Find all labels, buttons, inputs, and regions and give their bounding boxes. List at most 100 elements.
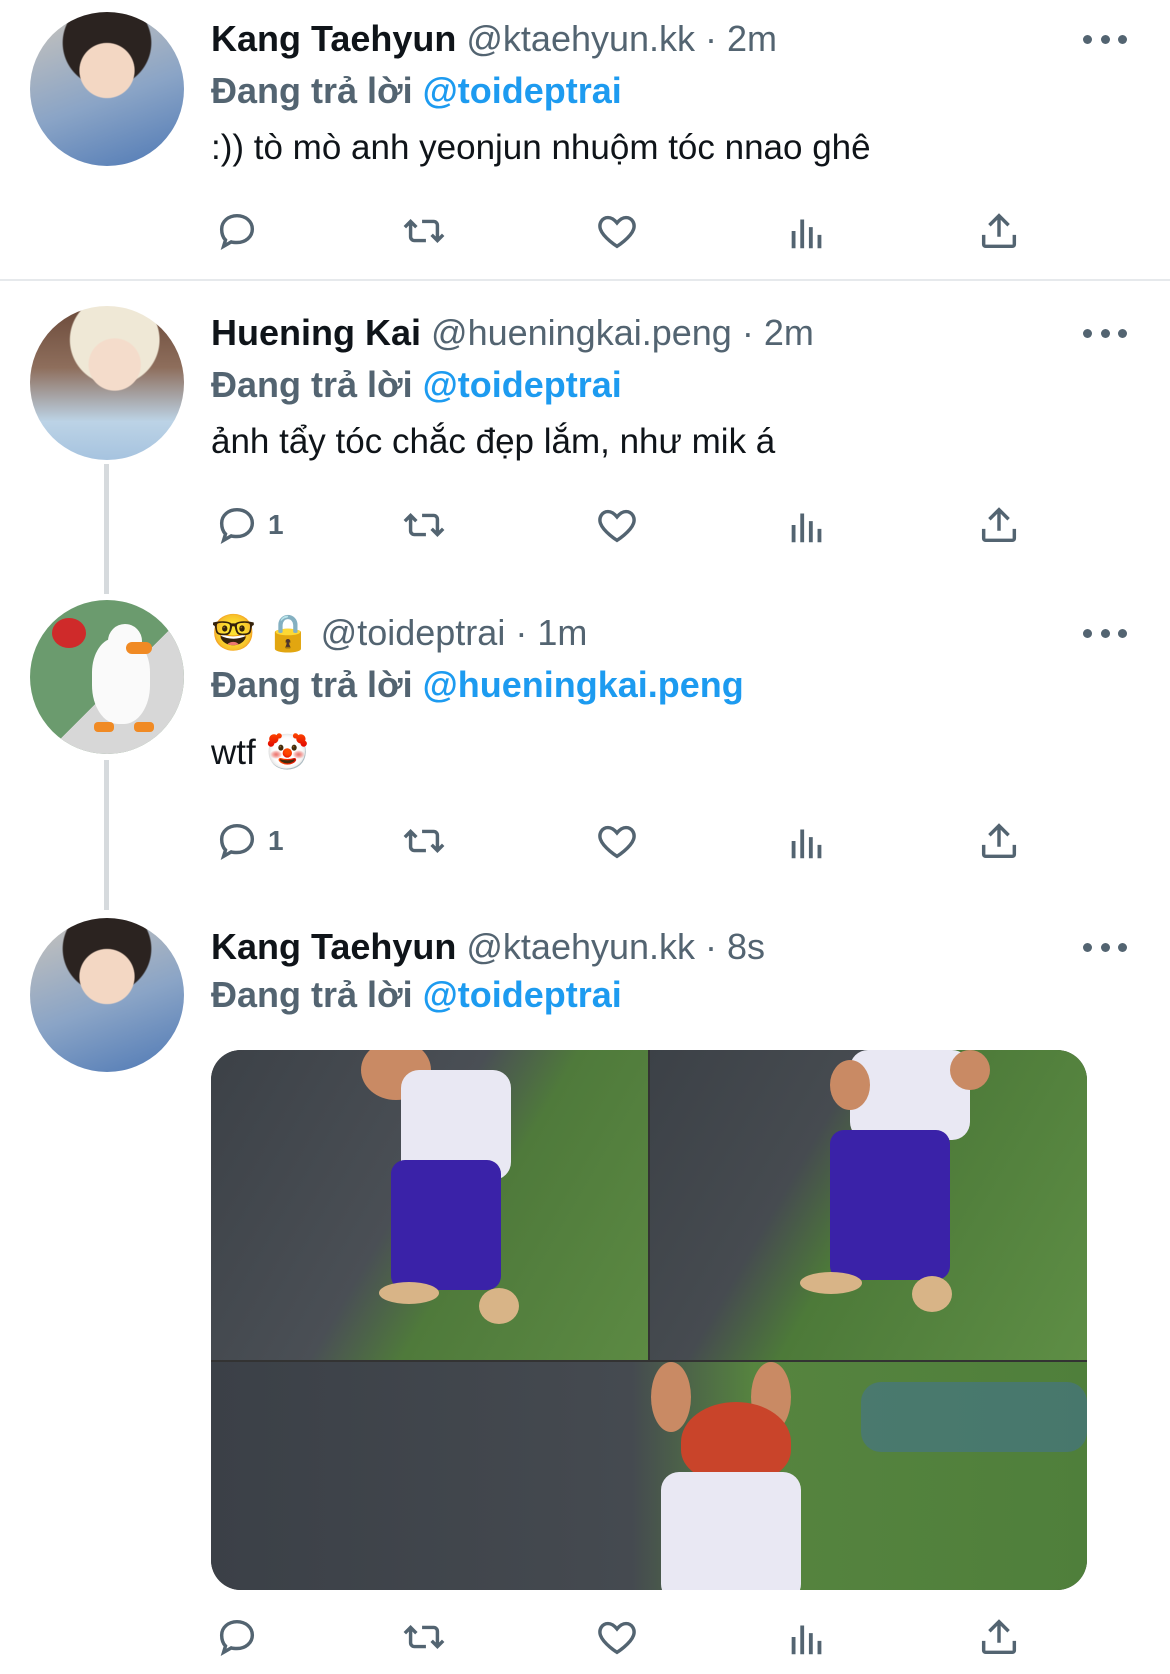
- figure-shoe: [379, 1282, 439, 1304]
- tweet-text: ảnh tẩy tóc chắc đẹp lắm, như mik á: [211, 422, 776, 461]
- retweet-button[interactable]: [401, 816, 447, 866]
- tweet[interactable]: Kang Taehyun @ktaehyun.kk · 2m Đang trả …: [0, 0, 1170, 262]
- figure-pants: [830, 1130, 950, 1280]
- figure-shoe: [912, 1276, 952, 1312]
- tweet-text: :)) tò mò anh yeonjun nhuộm tóc nnao ghê: [211, 128, 871, 167]
- author-name[interactable]: Kang Taehyun: [211, 926, 456, 967]
- views-button[interactable]: [784, 1612, 830, 1662]
- reply-count: 1: [268, 509, 284, 540]
- retweet-icon: [403, 828, 445, 854]
- more-icon[interactable]: [1083, 327, 1127, 339]
- reply-prefix: Đang trả lời: [211, 974, 413, 1015]
- figure-arm: [830, 1060, 870, 1110]
- views-icon: [791, 513, 822, 543]
- retweet-icon: [403, 1624, 445, 1650]
- timestamp[interactable]: · 2m: [742, 312, 814, 353]
- figure-pants: [391, 1160, 501, 1290]
- figure-arm: [651, 1362, 691, 1432]
- rose-shape: [52, 618, 86, 648]
- retweet-icon: [403, 512, 445, 538]
- figure-hat: [681, 1402, 791, 1482]
- reply-icon: [219, 1619, 255, 1656]
- reply-context: Đang trả lời @toideptrai: [211, 364, 622, 406]
- reply-mention[interactable]: @toideptrai: [423, 974, 622, 1015]
- retweet-icon: [403, 218, 445, 244]
- timestamp[interactable]: · 2m: [705, 18, 777, 59]
- reply-icon: [219, 507, 255, 544]
- author-handle[interactable]: @toideptrai: [321, 612, 506, 653]
- author-handle[interactable]: @ktaehyun.kk: [466, 18, 695, 59]
- views-button[interactable]: [784, 500, 830, 550]
- share-button[interactable]: [976, 206, 1022, 256]
- views-button[interactable]: [784, 816, 830, 866]
- share-icon: [981, 507, 1017, 543]
- media-panel: [211, 1362, 1087, 1590]
- avatar[interactable]: [30, 306, 184, 460]
- goose-foot-shape: [134, 722, 154, 732]
- like-icon: [598, 825, 636, 859]
- author-name[interactable]: Kang Taehyun: [211, 18, 456, 59]
- reply-mention[interactable]: @toideptrai: [423, 364, 622, 405]
- action-bar: [211, 206, 1061, 256]
- share-button[interactable]: [976, 500, 1022, 550]
- reply-mention[interactable]: @hueningkai.peng: [423, 664, 744, 705]
- retweet-button[interactable]: [401, 206, 447, 256]
- like-icon: [598, 509, 636, 543]
- tweet-divider: [0, 279, 1170, 281]
- reply-prefix: Đang trả lời: [211, 70, 413, 111]
- timestamp[interactable]: · 8s: [705, 926, 765, 967]
- more-icon[interactable]: [1083, 941, 1127, 953]
- figure-shoe: [479, 1288, 519, 1324]
- views-icon: [791, 829, 822, 859]
- author-handle[interactable]: @ktaehyun.kk: [466, 926, 695, 967]
- like-icon: [598, 1621, 636, 1655]
- reply-icon: [219, 213, 255, 250]
- avatar[interactable]: [30, 12, 184, 166]
- action-bar: 1: [211, 500, 1061, 550]
- goose-foot-shape: [94, 722, 114, 732]
- figure-shirt: [661, 1472, 801, 1590]
- media-panel: [650, 1050, 1087, 1360]
- like-button[interactable]: [594, 1612, 640, 1662]
- reply-prefix: Đang trả lời: [211, 364, 413, 405]
- author-handle[interactable]: @hueningkai.peng: [431, 312, 732, 353]
- share-icon: [981, 823, 1017, 859]
- reply-button[interactable]: 1: [214, 500, 284, 550]
- reply-button[interactable]: 1: [214, 816, 284, 866]
- avatar[interactable]: [30, 918, 184, 1072]
- views-button[interactable]: [784, 206, 830, 256]
- reply-icon: [219, 823, 255, 860]
- reply-context: Đang trả lời @toideptrai: [211, 974, 622, 1016]
- timestamp[interactable]: · 1m: [515, 612, 587, 653]
- share-icon: [981, 1619, 1017, 1655]
- tweet[interactable]: Huening Kai @hueningkai.peng · 2m Đang t…: [0, 282, 1170, 582]
- more-icon[interactable]: [1083, 627, 1127, 639]
- tweet-media-image[interactable]: [211, 1050, 1087, 1590]
- tweet[interactable]: 🤓 🔒 @toideptrai · 1m Đang trả lời @hueni…: [0, 582, 1170, 898]
- reply-prefix: Đang trả lời: [211, 664, 413, 705]
- goose-beak-shape: [126, 642, 152, 654]
- author-name[interactable]: 🤓 🔒: [211, 612, 311, 653]
- retweet-button[interactable]: [401, 1612, 447, 1662]
- media-panel: [211, 1050, 648, 1360]
- figure-shoe: [800, 1272, 862, 1294]
- avatar[interactable]: [30, 600, 184, 754]
- like-button[interactable]: [594, 206, 640, 256]
- reply-context: Đang trả lời @toideptrai: [211, 70, 622, 112]
- views-icon: [791, 219, 822, 249]
- flower-bush: [861, 1382, 1087, 1452]
- author-name[interactable]: Huening Kai: [211, 312, 421, 353]
- action-bar: [211, 1612, 1061, 1662]
- reply-button[interactable]: [214, 1612, 260, 1662]
- retweet-button[interactable]: [401, 500, 447, 550]
- more-icon[interactable]: [1083, 33, 1127, 45]
- figure-arm: [950, 1050, 990, 1090]
- share-button[interactable]: [976, 816, 1022, 866]
- reply-button[interactable]: [214, 206, 268, 256]
- reply-mention[interactable]: @toideptrai: [423, 70, 622, 111]
- tweet-text: wtf 🤡: [211, 733, 310, 772]
- like-button[interactable]: [594, 816, 640, 866]
- like-button[interactable]: [594, 500, 640, 550]
- share-button[interactable]: [976, 1612, 1022, 1662]
- views-icon: [791, 1625, 822, 1655]
